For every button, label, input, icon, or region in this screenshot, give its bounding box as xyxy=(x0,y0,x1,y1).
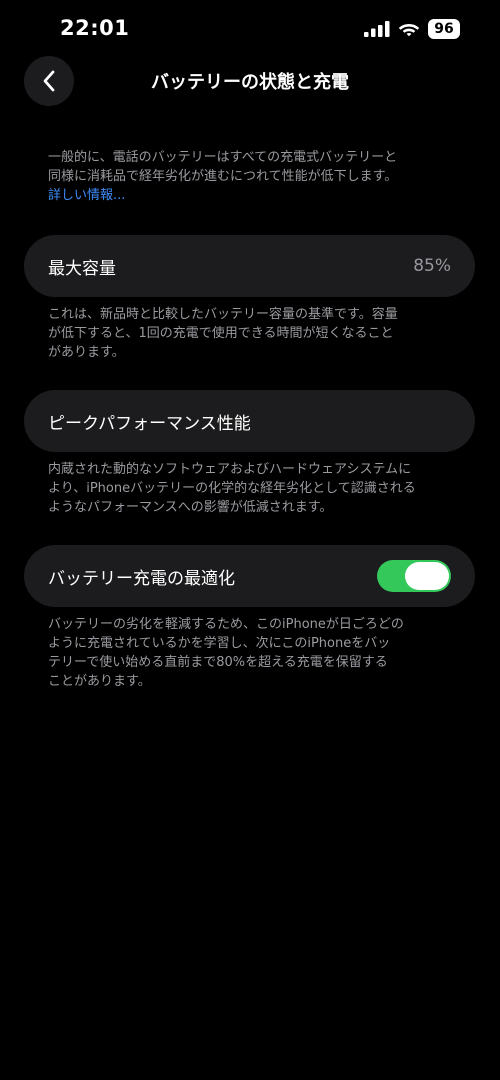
back-button[interactable] xyxy=(24,56,74,106)
intro-text-line: 一般的に、電話のバッテリーはすべての充電式バッテリーと xyxy=(48,150,398,165)
footnote-line: これは、新品時と比較したバッテリー容量の基準です。容量 xyxy=(48,307,398,322)
optimized-charging-row: バッテリー充電の最適化 xyxy=(24,545,475,607)
footnote-line: バッテリーの劣化を軽減するため、このiPhoneが日ごろどの xyxy=(48,617,404,632)
optimized-charging-toggle[interactable] xyxy=(377,560,451,592)
status-bar: 22:01 96 xyxy=(0,0,500,56)
footnote-line: があります。 xyxy=(48,345,125,360)
footnote-line: 内蔵された動的なソフトウェアおよびハードウェアシステムに xyxy=(48,462,412,477)
max-capacity-value: 85% xyxy=(413,256,451,276)
page-title: バッテリーの状態と充電 xyxy=(151,72,349,93)
footnote-line: ように充電されているかを学習し、次にこのiPhoneをバッ xyxy=(48,636,391,651)
toggle-knob xyxy=(405,562,449,590)
footnote-line: ようなパフォーマンスへの影響が低減されます。 xyxy=(48,500,333,515)
learn-more-link[interactable]: 詳しい情報... xyxy=(48,186,460,205)
footnote-line: より、iPhoneバッテリーの化学的な経年劣化として認識される xyxy=(48,481,416,496)
optimized-charging-label: バッテリー充電の最適化 xyxy=(48,568,235,589)
wifi-icon xyxy=(398,24,420,37)
footnote-line: が低下すると、1回の充電で使用できる時間が短くなること xyxy=(48,326,394,341)
intro-description: 一般的に、電話のバッテリーはすべての充電式バッテリーと 同様に消耗品で経年劣化が… xyxy=(48,148,460,205)
optimized-charging-footnote: バッテリーの劣化を軽減するため、このiPhoneが日ごろどの ように充電されてい… xyxy=(48,615,460,691)
max-capacity-label: 最大容量 xyxy=(48,258,116,279)
max-capacity-footnote: これは、新品時と比較したバッテリー容量の基準です。容量 が低下すると、1回の充電… xyxy=(48,305,460,362)
status-time: 22:01 xyxy=(60,16,130,40)
intro-text-line: 同様に消耗品で経年劣化が進むにつれて性能が低下します。 xyxy=(48,169,398,184)
battery-level: 96 xyxy=(434,21,454,37)
peak-performance-row[interactable]: ピークパフォーマンス性能 xyxy=(24,390,475,452)
footnote-line: ことがあります。 xyxy=(48,674,151,689)
footnote-line: テリーで使い始める直前まで80%を超える充電を保留する xyxy=(48,655,388,670)
peak-performance-footnote: 内蔵された動的なソフトウェアおよびハードウェアシステムに より、iPhoneバッ… xyxy=(48,460,460,517)
nav-bar: バッテリーの状態と充電 xyxy=(0,56,500,108)
battery-icon: 96 xyxy=(428,19,460,39)
max-capacity-row: 最大容量 85% xyxy=(24,235,475,297)
chevron-left-icon xyxy=(43,70,55,92)
status-icons: 96 xyxy=(364,19,460,39)
signal-icon xyxy=(364,21,390,37)
peak-performance-label: ピークパフォーマンス性能 xyxy=(48,413,251,434)
